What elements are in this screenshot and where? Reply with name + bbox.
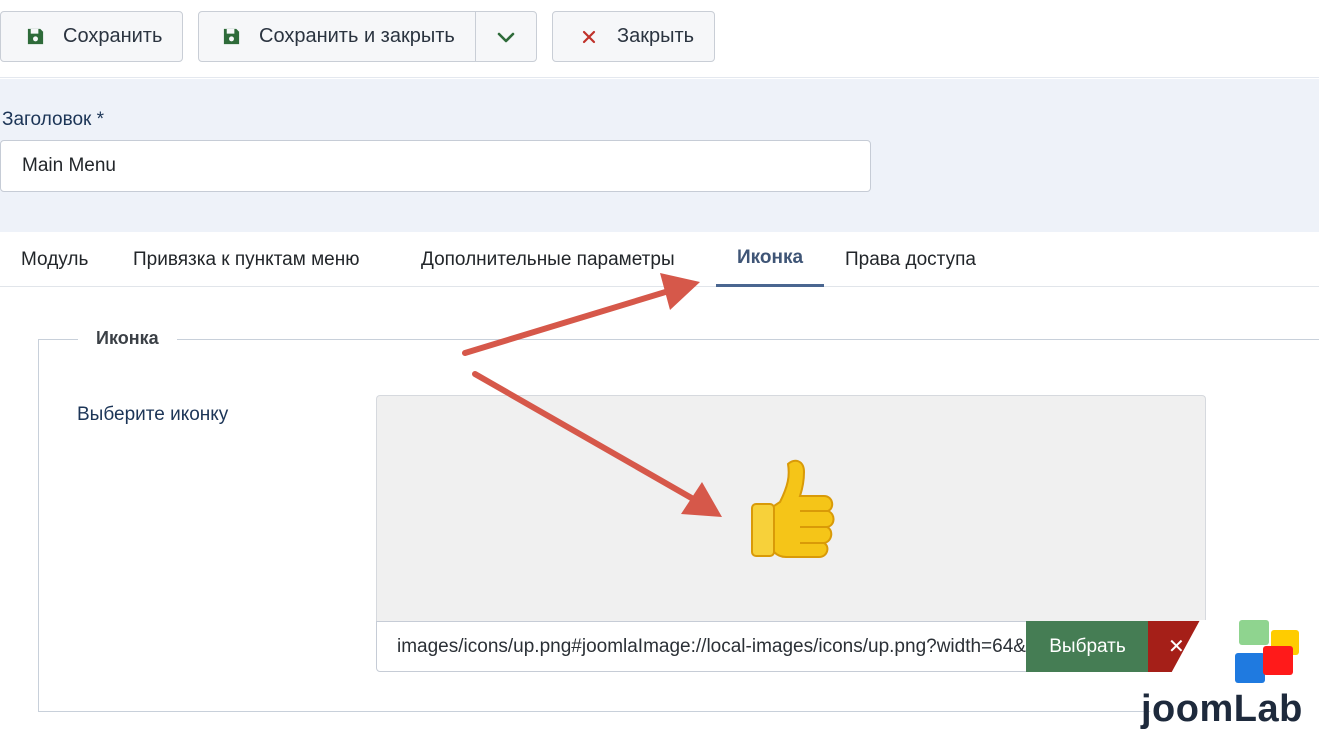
icon-fieldset-legend: Иконка — [78, 328, 177, 349]
tab-icon[interactable]: Иконка — [716, 232, 824, 287]
tab-advanced[interactable]: Дополнительные параметры — [421, 232, 675, 287]
save-options-dropdown-button[interactable] — [475, 11, 537, 62]
icon-path-row: Выбрать ✕ — [376, 621, 1206, 672]
tab-menu-assignment[interactable]: Привязка к пунктам меню — [133, 232, 359, 287]
title-field-label: Заголовок * — [2, 109, 105, 130]
close-button-label: Закрыть — [617, 25, 695, 47]
floppy-disk-icon — [25, 27, 45, 47]
tab-module[interactable]: Модуль — [21, 232, 88, 287]
tab-permissions[interactable]: Права доступа — [845, 232, 976, 287]
save-button[interactable]: Сохранить — [0, 11, 183, 62]
joomlab-brand-text: joomLab — [1141, 688, 1303, 730]
icon-preview[interactable] — [376, 395, 1206, 622]
toolbar: Сохранить Сохранить и закрыть Закрыть — [0, 0, 1319, 78]
choose-icon-label: Выберите иконку — [77, 404, 229, 425]
save-and-close-button[interactable]: Сохранить и закрыть — [198, 11, 476, 62]
floppy-disk-icon — [221, 27, 241, 47]
title-area: Заголовок * — [0, 79, 1319, 232]
title-input[interactable] — [0, 140, 871, 192]
chevron-down-icon — [496, 27, 516, 47]
tab-bar: Модуль Привязка к пунктам меню Дополните… — [0, 232, 1319, 287]
save-and-close-label: Сохранить и закрыть — [259, 25, 455, 47]
close-button[interactable]: Закрыть — [552, 11, 715, 62]
thumbs-up-icon — [751, 459, 835, 558]
save-button-label: Сохранить — [63, 25, 163, 47]
icon-path-input[interactable] — [376, 621, 1027, 672]
close-icon — [579, 27, 599, 47]
